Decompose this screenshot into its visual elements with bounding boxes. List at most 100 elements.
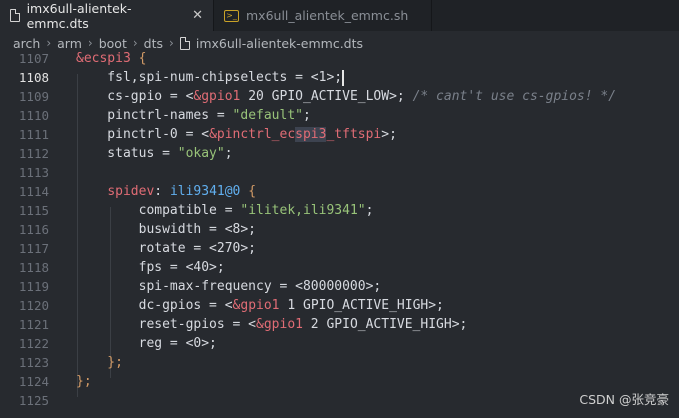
- code-token: {: [240, 184, 257, 199]
- code-token: "default": [232, 108, 303, 123]
- code-line[interactable]: 1122 reg = <0>;: [0, 334, 679, 353]
- code-line[interactable]: 1124};: [0, 372, 679, 391]
- code-text: cs-gpio = <&gpio1 20 GPIO_ACTIVE_LOW>; /…: [76, 87, 616, 106]
- watermark: CSDN @张竞豪: [579, 392, 669, 407]
- code-text: };: [76, 353, 123, 372]
- code-text: &ecspi3 {: [76, 49, 146, 68]
- code-token: compatible =: [76, 203, 241, 218]
- code-token: reg = <0>;: [76, 336, 217, 351]
- text-caret: [342, 70, 344, 86]
- code-text: spi-max-frequency = <80000000>;: [76, 277, 382, 296]
- code-text: reset-gpios = <&gpio1 2 GPIO_ACTIVE_HIGH…: [76, 315, 468, 334]
- code-line[interactable]: 1118 fps = <40>;: [0, 258, 679, 277]
- line-number: 1110: [18, 108, 49, 123]
- code-token: cs-gpio = <: [76, 89, 194, 104]
- close-icon[interactable]: ✕: [192, 8, 203, 23]
- code-line[interactable]: 1108 fsl,spi-num-chipselects = <1>;: [0, 68, 679, 87]
- code-text: pinctrl-0 = <&pinctrl_ecspi3_tftspi>;: [76, 125, 397, 144]
- code-token: ili9341@0: [169, 184, 241, 199]
- terminal-icon: >_: [224, 9, 239, 22]
- line-number: 1108: [18, 70, 49, 85]
- line-number: 1107: [18, 51, 49, 66]
- chevron-right-icon: ›: [132, 36, 138, 50]
- code-token: "ilitek,ili9341": [240, 203, 366, 218]
- code-token: };: [76, 355, 123, 370]
- code-token: spi-max-frequency = <80000000>;: [76, 279, 382, 294]
- line-number: 1124: [18, 374, 49, 389]
- tab-bar: imx6ull-alientek-emmc.dts ✕ >_ mx6ull_al…: [0, 0, 679, 31]
- code-line[interactable]: 1112 status = "okay";: [0, 144, 679, 163]
- chevron-right-icon: ›: [87, 36, 93, 50]
- tab-sh-file[interactable]: >_ mx6ull_alientek_emmc.sh: [214, 0, 432, 31]
- code-token: 2 GPIO_ACTIVE_HIGH>;: [302, 317, 468, 332]
- code-line[interactable]: 1111 pinctrl-0 = <&pinctrl_ecspi3_tftspi…: [0, 125, 679, 144]
- code-text: reg = <0>;: [76, 334, 217, 353]
- code-line[interactable]: 1123 };: [0, 353, 679, 372]
- tab-label: mx6ull_alientek_emmc.sh: [246, 8, 409, 23]
- code-text: spidev: ili9341@0 {: [76, 182, 256, 201]
- code-text: };: [76, 372, 92, 391]
- code-editor[interactable]: 1107 &ecspi3 {1108 fsl,spi-num-chipselect…: [0, 51, 679, 418]
- code-token: :: [154, 184, 170, 199]
- line-number: 1114: [18, 184, 49, 199]
- code-token: rotate = <270>;: [76, 241, 257, 256]
- code-text: dc-gpios = <&gpio1 1 GPIO_ACTIVE_HIGH>;: [76, 296, 444, 315]
- code-line[interactable]: 1121 reset-gpios = <&gpio1 2 GPIO_ACTIVE…: [0, 315, 679, 334]
- line-number: 1112: [18, 146, 49, 161]
- code-token: /* cant't use cs-gpios! */: [412, 89, 617, 104]
- code-token: pinctrl-names =: [76, 108, 233, 123]
- code-token: spi3: [295, 127, 327, 142]
- code-line[interactable]: 1119 spi-max-frequency = <80000000>;: [0, 277, 679, 296]
- code-token: buswidth = <8>;: [76, 222, 257, 237]
- code-line[interactable]: 1110 pinctrl-names = "default";: [0, 106, 679, 125]
- code-token: fps = <40>;: [76, 260, 225, 275]
- code-token: &gpio1: [232, 298, 280, 313]
- code-token: spidev: [107, 184, 155, 199]
- code-text: status = "okay";: [76, 144, 233, 163]
- code-line[interactable]: 1116 buswidth = <8>;: [0, 220, 679, 239]
- code-token: &gpio1: [193, 89, 241, 104]
- code-line[interactable]: 1115 compatible = "ilitek,ili9341";: [0, 201, 679, 220]
- code-token: pinctrl-0 = <: [76, 127, 210, 142]
- code-line[interactable]: 1114 spidev: ili9341@0 {: [0, 182, 679, 201]
- code-token: &gpio1: [256, 317, 303, 332]
- code-token: ;: [303, 108, 311, 123]
- code-text: buswidth = <8>;: [76, 220, 256, 239]
- code-token: fsl,spi-num-chipselects = <1>;: [76, 70, 343, 85]
- tab-dts-file[interactable]: imx6ull-alientek-emmc.dts ✕: [0, 0, 214, 31]
- code-line[interactable]: 1113: [0, 163, 679, 182]
- line-number: 1113: [18, 165, 49, 180]
- code-line[interactable]: 1109 cs-gpio = <&gpio1 20 GPIO_ACTIVE_LO…: [0, 87, 679, 106]
- chevron-right-icon: ›: [169, 36, 174, 50]
- code-token: &ecspi3: [76, 51, 131, 66]
- code-text: fps = <40>;: [76, 258, 225, 277]
- code-token: ;: [365, 203, 374, 218]
- code-line[interactable]: 1117 rotate = <270>;: [0, 239, 679, 258]
- line-number: 1121: [18, 317, 49, 332]
- line-number: 1123: [18, 355, 49, 370]
- code-token: 1 GPIO_ACTIVE_HIGH>;: [279, 298, 444, 313]
- code-token: ;: [224, 146, 233, 161]
- line-number: 1117: [18, 241, 49, 256]
- code-token: };: [76, 374, 92, 389]
- code-text: rotate = <270>;: [76, 239, 256, 258]
- code-text: fsl,spi-num-chipselects = <1>;: [76, 68, 342, 87]
- code-line[interactable]: 1125: [0, 391, 679, 410]
- file-icon: [179, 36, 190, 50]
- line-number: 1119: [18, 279, 49, 294]
- line-number: 1122: [18, 336, 49, 351]
- file-icon: [10, 9, 20, 22]
- code-token: status =: [76, 146, 178, 161]
- tab-label: imx6ull-alientek-emmc.dts: [26, 0, 132, 31]
- code-token: _tftspi: [326, 127, 382, 142]
- chevron-right-icon: ›: [46, 36, 52, 50]
- code-text: compatible = "ilitek,ili9341";: [76, 201, 374, 220]
- code-text: pinctrl-names = "default";: [76, 106, 311, 125]
- code-line[interactable]: 1107 &ecspi3 {: [0, 49, 679, 68]
- line-number: 1116: [18, 222, 49, 237]
- code-token: "okay": [177, 146, 225, 161]
- code-token: reset-gpios = <: [76, 317, 257, 332]
- code-line[interactable]: 1120 dc-gpios = <&gpio1 1 GPIO_ACTIVE_HI…: [0, 296, 679, 315]
- line-number: 1111: [18, 127, 49, 142]
